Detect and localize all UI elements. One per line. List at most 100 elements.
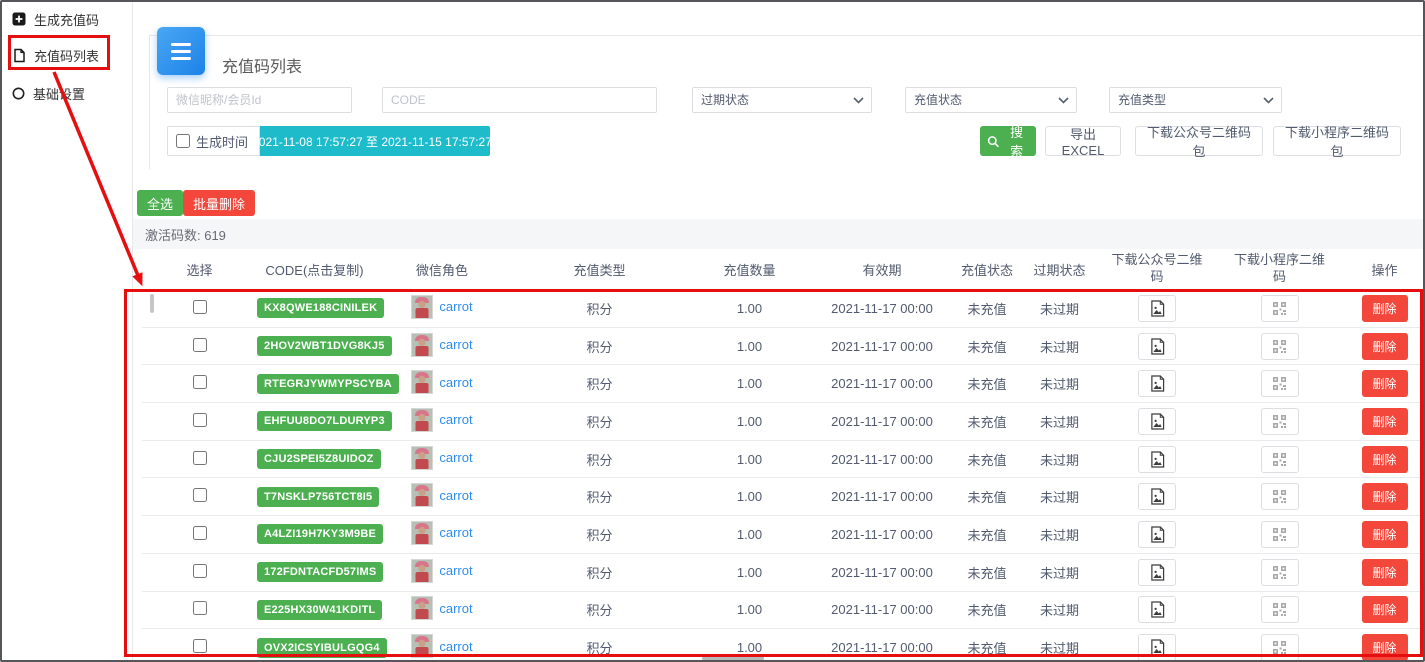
row-select-checkbox[interactable] [193, 564, 207, 578]
download-mini-qr-package-button[interactable]: 下载小程序二维码包 [1273, 126, 1401, 156]
validity-cell: 2021-11-17 00:00 [812, 478, 952, 516]
delete-button[interactable]: 删除 [1362, 370, 1408, 397]
table-scrollbar-thumb[interactable] [150, 294, 154, 313]
download-mini-qr-button[interactable] [1261, 483, 1299, 510]
row-select-checkbox[interactable] [193, 601, 207, 615]
download-mini-qr-button[interactable] [1261, 634, 1299, 661]
batch-delete-button[interactable]: 批量删除 [183, 190, 255, 216]
code-input[interactable] [382, 87, 657, 113]
code-badge[interactable]: OVX2ICSYIBULGQG4 [257, 638, 387, 658]
download-mp-qr-button[interactable] [1138, 446, 1176, 473]
download-mini-qr-button[interactable] [1261, 446, 1299, 473]
expire-status-cell: 未过期 [1022, 553, 1097, 591]
qr-code-icon [1273, 566, 1286, 579]
col-recharge-status: 充值状态 [952, 249, 1022, 290]
download-mp-qr-button[interactable] [1138, 483, 1176, 510]
code-badge[interactable]: RTEGRJYWMYPSCYBA [257, 374, 399, 394]
sidebar-item-generate-code[interactable]: 生成充值码 [12, 9, 99, 29]
date-range-button[interactable]: 2021-11-08 17:57:27 至 2021-11-15 17:57:2… [260, 126, 490, 156]
download-mp-qr-button[interactable] [1138, 559, 1176, 586]
code-table: 选择 CODE(点击复制) 微信角色 充值类型 充值数量 有效期 充值状态 过期… [142, 249, 1425, 662]
download-mp-qr-button[interactable] [1138, 408, 1176, 435]
download-mini-qr-button[interactable] [1261, 295, 1299, 322]
row-select-checkbox[interactable] [193, 451, 207, 465]
code-badge[interactable]: CJU2SPEI5Z8UIDOZ [257, 449, 381, 469]
recharge-amount-cell: 1.00 [687, 327, 812, 365]
recharge-type-cell: 积分 [512, 516, 687, 554]
sidebar-item-code-list[interactable]: 充值码列表 [12, 45, 99, 65]
recharge-type-select[interactable]: 充值类型 [1109, 87, 1282, 113]
delete-button[interactable]: 删除 [1362, 295, 1408, 322]
image-file-icon [1150, 639, 1165, 656]
row-select-checkbox[interactable] [193, 413, 207, 427]
wechat-role-link[interactable]: carrot [439, 337, 472, 352]
download-mini-qr-button[interactable] [1261, 559, 1299, 586]
code-badge[interactable]: T7NSKLP756TCT8I5 [257, 487, 379, 507]
wechat-role-link[interactable]: carrot [439, 450, 472, 465]
row-select-checkbox[interactable] [193, 639, 207, 653]
download-mp-qr-button[interactable] [1138, 295, 1176, 322]
code-badge[interactable]: 2HOV2WBT1DVG8KJ5 [257, 336, 392, 356]
row-select-checkbox[interactable] [193, 338, 207, 352]
wechat-role-link[interactable]: carrot [439, 488, 472, 503]
download-mini-qr-button[interactable] [1261, 370, 1299, 397]
download-mini-qr-button[interactable] [1261, 596, 1299, 623]
wechat-role-link[interactable]: carrot [439, 375, 472, 390]
wechat-role-link[interactable]: carrot [439, 525, 472, 540]
expire-status-cell: 未过期 [1022, 478, 1097, 516]
code-badge[interactable]: EHFUU8DO7LDURYP3 [257, 411, 392, 431]
delete-button[interactable]: 删除 [1362, 559, 1408, 586]
delete-button[interactable]: 删除 [1362, 483, 1408, 510]
wechat-role-link[interactable]: carrot [439, 299, 472, 314]
delete-button[interactable]: 删除 [1362, 634, 1408, 661]
hamburger-menu-button[interactable] [157, 27, 205, 75]
delete-button[interactable]: 删除 [1362, 446, 1408, 473]
download-mini-qr-button[interactable] [1261, 521, 1299, 548]
download-mp-qr-button[interactable] [1138, 596, 1176, 623]
recharge-status-cell: 未充值 [952, 516, 1022, 554]
recharge-amount-cell: 1.00 [687, 553, 812, 591]
col-expire-status: 过期状态 [1022, 249, 1097, 290]
horizontal-scrollbar-thumb[interactable] [702, 656, 764, 661]
export-excel-button[interactable]: 导出 EXCEL [1045, 126, 1121, 156]
table-row: 2HOV2WBT1DVG8KJ5 carrot 积分 1.00 2021-11-… [142, 327, 1425, 365]
wechat-role-link[interactable]: carrot [439, 412, 472, 427]
expire-status-select[interactable]: 过期状态 [692, 87, 872, 113]
select-all-button[interactable]: 全选 [137, 190, 183, 216]
col-code: CODE(点击复制) [257, 249, 372, 290]
row-select-checkbox[interactable] [193, 488, 207, 502]
delete-button[interactable]: 删除 [1362, 521, 1408, 548]
row-select-checkbox[interactable] [193, 375, 207, 389]
search-icon [987, 135, 999, 148]
download-mp-qr-button[interactable] [1138, 370, 1176, 397]
row-select-checkbox[interactable] [193, 300, 207, 314]
nickname-member-input[interactable] [167, 87, 352, 113]
wechat-role-link[interactable]: carrot [439, 563, 472, 578]
recharge-status-select[interactable]: 充值状态 [905, 87, 1077, 113]
delete-button[interactable]: 删除 [1362, 596, 1408, 623]
code-badge[interactable]: KX8QWE188CINILEK [257, 298, 384, 318]
download-mini-qr-button[interactable] [1261, 408, 1299, 435]
recharge-status-cell: 未充值 [952, 478, 1022, 516]
generate-time-checkbox[interactable] [176, 134, 190, 148]
wechat-role-link[interactable]: carrot [439, 601, 472, 616]
code-badge[interactable]: A4LZI19H7KY3M9BE [257, 524, 383, 544]
code-badge[interactable]: 172FDNTACFD57IMS [257, 562, 383, 582]
row-select-checkbox[interactable] [193, 526, 207, 540]
sidebar-item-label: 充值码列表 [34, 46, 99, 65]
search-button[interactable]: 搜索 [980, 126, 1036, 156]
download-mp-qr-button[interactable] [1138, 333, 1176, 360]
recharge-amount-cell: 1.00 [687, 440, 812, 478]
delete-button[interactable]: 删除 [1362, 333, 1408, 360]
download-mini-qr-button[interactable] [1261, 333, 1299, 360]
table-row: T7NSKLP756TCT8I5 carrot 积分 1.00 2021-11-… [142, 478, 1425, 516]
download-mp-qr-button[interactable] [1138, 521, 1176, 548]
sidebar-item-basic-settings[interactable]: 基础设置 [12, 83, 85, 103]
wechat-role-link[interactable]: carrot [439, 639, 472, 654]
expire-status-cell: 未过期 [1022, 327, 1097, 365]
download-mp-qr-package-button[interactable]: 下载公众号二维码包 [1135, 126, 1263, 156]
copy-file-icon [12, 48, 26, 63]
code-badge[interactable]: E225HX30W41KDITL [257, 600, 382, 620]
delete-button[interactable]: 删除 [1362, 408, 1408, 435]
download-mp-qr-button[interactable] [1138, 634, 1176, 661]
